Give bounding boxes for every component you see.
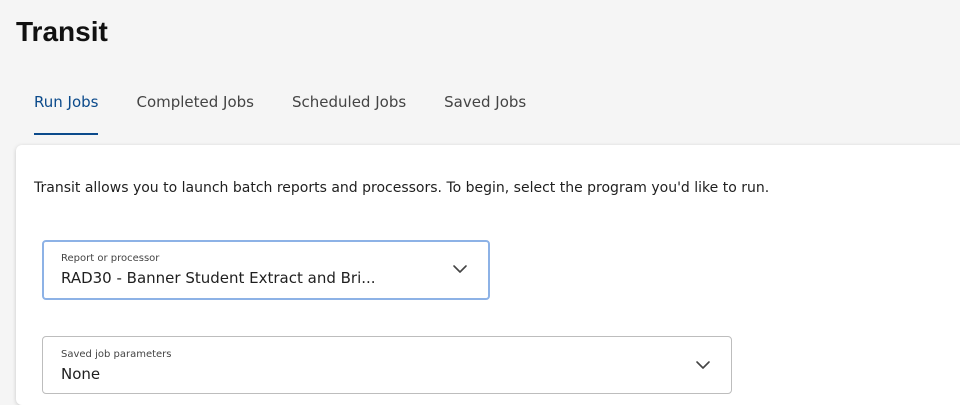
intro-text: Transit allows you to launch batch repor… (34, 180, 770, 196)
tab-completed-jobs[interactable]: Completed Jobs (136, 80, 254, 130)
saved-job-parameters-select[interactable]: Saved job parameters None (42, 336, 732, 394)
chevron-down-icon (696, 361, 710, 369)
report-or-processor-label: Report or processor (61, 253, 160, 264)
tab-scheduled-jobs[interactable]: Scheduled Jobs (292, 80, 406, 130)
tab-bar: Run Jobs Completed Jobs Scheduled Jobs S… (34, 80, 564, 135)
saved-job-parameters-value: None (61, 365, 101, 383)
report-or-processor-value: RAD30 - Banner Student Extract and Bri..… (61, 269, 376, 287)
report-or-processor-select[interactable]: Report or processor RAD30 - Banner Stude… (42, 240, 490, 300)
run-jobs-card: Transit allows you to launch batch repor… (16, 145, 960, 405)
tab-run-jobs[interactable]: Run Jobs (34, 80, 99, 135)
saved-job-parameters-label: Saved job parameters (61, 349, 172, 360)
page-title: Transit (16, 16, 108, 47)
tab-saved-jobs[interactable]: Saved Jobs (444, 80, 526, 130)
chevron-down-icon (453, 265, 467, 273)
